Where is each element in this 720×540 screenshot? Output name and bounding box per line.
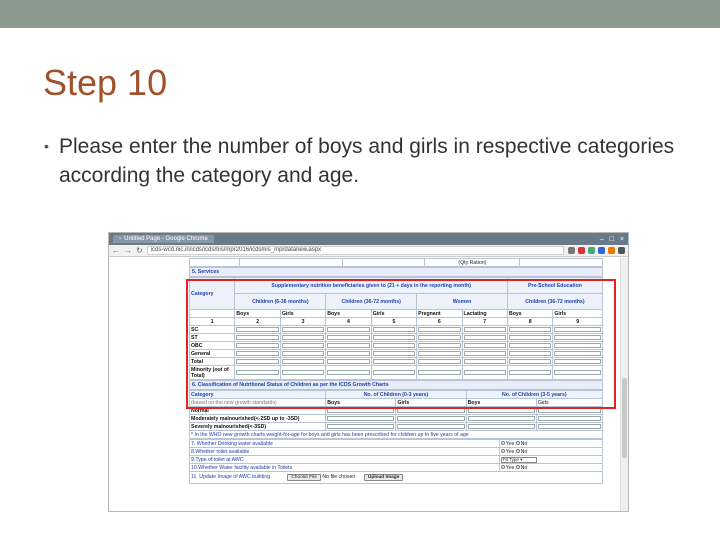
reload-icon[interactable]: ↻: [136, 246, 143, 255]
slide-title: Step 10: [43, 62, 168, 103]
q11-num: 11: [191, 474, 197, 480]
count-input[interactable]: [537, 424, 601, 429]
q9-label: 9.Type of toilet at AWC: [189, 455, 500, 464]
browser-tab[interactable]: ▫ Untitled Page - Google Chrome: [113, 235, 214, 243]
q7-yes-label: Yes: [505, 440, 515, 447]
opera-icon[interactable]: [578, 247, 585, 254]
count-input[interactable]: [397, 416, 465, 421]
close-icon[interactable]: ×: [620, 236, 624, 243]
extension-icon[interactable]: [588, 247, 595, 254]
q8-no-radio[interactable]: [515, 449, 520, 454]
no-file-chosen-text: No file chosen: [322, 474, 356, 480]
maximize-icon[interactable]: □: [610, 236, 614, 243]
q8-options: Yes No: [498, 447, 604, 456]
back-arrow-icon[interactable]: ←: [112, 246, 120, 255]
q7-options: Yes No: [498, 439, 604, 448]
count-input-cell: [465, 422, 537, 431]
q10-options: Yes No: [498, 463, 604, 472]
q7-label: 7. Whether Drinking water available: [189, 439, 500, 448]
bullet-dot-icon: •: [44, 138, 49, 154]
extension-icon[interactable]: [598, 247, 605, 254]
vertical-scrollbar[interactable]: [620, 258, 628, 511]
window-controls: – □ ×: [600, 236, 624, 243]
count-input-cell: [325, 414, 397, 423]
menu-icon[interactable]: [618, 247, 625, 254]
extension-icons: [568, 247, 625, 254]
count-input[interactable]: [467, 416, 535, 421]
q7-no-label: No: [520, 440, 528, 447]
count-input[interactable]: [467, 424, 535, 429]
choose-file-button[interactable]: Choose File: [287, 474, 321, 481]
q8-yes-radio[interactable]: [500, 449, 505, 454]
upload-image-button[interactable]: Upload Image: [363, 474, 404, 481]
scrollbar-thumb[interactable]: [622, 378, 627, 458]
top-fragment-table: (Qty Ration): [189, 258, 603, 267]
count-input[interactable]: [537, 416, 601, 421]
count-input[interactable]: [327, 424, 395, 429]
forward-arrow-icon[interactable]: →: [124, 246, 132, 255]
count-input-cell: [465, 414, 537, 423]
address-bar[interactable]: icds-wcd.nic.in/icds/icdsmis/mpr2016/icd…: [146, 246, 564, 255]
qty-ration-label: (Qty Ration): [424, 258, 521, 267]
toilet-type-value: Pit Type: [502, 456, 519, 462]
who-note: * In the WHO new growth charts,weight-fo…: [189, 430, 603, 439]
table-row: Severely malnourished(<-3SD): [188, 422, 604, 431]
count-input-cell: [535, 414, 604, 423]
minimize-icon[interactable]: –: [600, 236, 604, 243]
q10-yes-label: Yes: [505, 464, 515, 471]
q10-label: 10.Whether Water facility available in T…: [189, 463, 500, 472]
q9-options: Pit Type ▾: [498, 455, 604, 464]
questions-table: 7. Whether Drinking water available Yes …: [189, 439, 604, 484]
q11-label: Update Image of AWC building: [199, 474, 271, 480]
star-icon[interactable]: [568, 247, 575, 254]
q10-no-radio[interactable]: [515, 465, 520, 470]
count-input-cell: [395, 414, 467, 423]
q8-no-label: No: [520, 448, 528, 455]
upload-row: 11 Update Image of AWC building Choose F…: [189, 471, 603, 484]
count-input-cell: [535, 422, 604, 431]
page-icon: ▫: [119, 236, 122, 242]
section-5-heading: 5. Services: [189, 267, 603, 277]
bullet-text: Please enter the number of boys and girl…: [59, 135, 675, 187]
table-row: Moderately malnourished(<-2SD up to -3SD…: [188, 414, 604, 423]
row-label: Severely malnourished(<-3SD): [188, 422, 327, 431]
browser-titlebar: ▫ Untitled Page - Google Chrome – □ ×: [109, 233, 628, 245]
extension-icon[interactable]: [608, 247, 615, 254]
q8-yes-label: Yes: [505, 448, 515, 455]
slide-bullet: • Please enter the number of boys and gi…: [44, 132, 684, 190]
q7-no-radio[interactable]: [515, 441, 520, 446]
q7-yes-radio[interactable]: [500, 441, 505, 446]
browser-toolbar: ← → ↻ icds-wcd.nic.in/icds/icdsmis/mpr20…: [109, 245, 628, 257]
count-input-cell: [325, 422, 397, 431]
q8-label: 8.Whether toilet available: [189, 447, 500, 456]
slide-top-bar: [0, 0, 720, 28]
row-label: Moderately malnourished(<-2SD up to -3SD…: [188, 414, 327, 423]
count-input-cell: [395, 422, 467, 431]
q10-yes-radio[interactable]: [500, 465, 505, 470]
q10-no-label: No: [520, 464, 528, 471]
count-input[interactable]: [327, 416, 395, 421]
toilet-type-select[interactable]: Pit Type ▾: [500, 456, 537, 463]
browser-tab-title: Untitled Page - Google Chrome: [124, 236, 208, 242]
red-highlight-box: [186, 279, 616, 409]
count-input[interactable]: [397, 424, 465, 429]
